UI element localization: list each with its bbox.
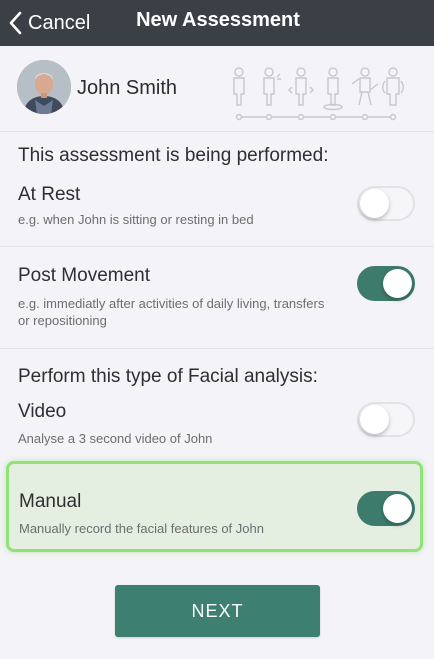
- option-row-manual-highlighted: Manual Manually record the facial featur…: [6, 461, 423, 552]
- option-row-video: Video Analyse a 3 second video of John: [0, 390, 434, 458]
- option-label: Manual: [19, 491, 82, 512]
- toggle-knob: [383, 269, 412, 298]
- at-rest-toggle[interactable]: [357, 186, 415, 221]
- post-movement-toggle[interactable]: [357, 266, 415, 301]
- next-button[interactable]: NEXT: [115, 585, 320, 637]
- option-description: Analyse a 3 second video of John: [18, 431, 213, 446]
- divider: [0, 348, 434, 349]
- assessment-progress-figures: [233, 67, 404, 121]
- video-toggle[interactable]: [357, 402, 415, 437]
- body-figure-icon: [323, 67, 343, 111]
- manual-toggle[interactable]: [357, 491, 415, 526]
- option-row-post-movement: Post Movement e.g. immediatly after acti…: [0, 247, 434, 347]
- option-label: Video: [18, 401, 67, 422]
- body-figure-icon: [233, 67, 245, 106]
- toggle-knob: [383, 494, 412, 523]
- option-label: At Rest: [18, 184, 81, 205]
- option-description-line-2: or repositioning: [18, 313, 107, 328]
- chevron-left-icon: [9, 11, 22, 35]
- cancel-button[interactable]: Cancel: [8, 8, 90, 38]
- body-figure-icon: [288, 67, 314, 106]
- body-figure-icon: [351, 67, 379, 106]
- patient-header: John Smith: [0, 47, 434, 131]
- body-figure-icon: [382, 67, 404, 106]
- analysis-section-title: Perform this type of Facial analysis:: [18, 366, 318, 387]
- option-description: e.g. when John is sitting or resting in …: [18, 212, 254, 227]
- option-label: Post Movement: [18, 265, 150, 286]
- nav-bar: Cancel New Assessment: [0, 0, 434, 46]
- cancel-label: Cancel: [28, 11, 91, 34]
- patient-name: John Smith: [77, 77, 178, 99]
- avatar: [17, 60, 71, 114]
- toggle-knob: [360, 405, 389, 434]
- toggle-knob: [360, 189, 389, 218]
- option-description-line-1: e.g. immediatly after activities of dail…: [18, 296, 325, 311]
- divider: [0, 131, 434, 132]
- conditions-section-title: This assessment is being performed:: [18, 145, 329, 166]
- body-figure-icon: [263, 67, 281, 106]
- option-row-at-rest: At Rest e.g. when John is sitting or res…: [0, 170, 434, 246]
- option-description: Manually record the facial features of J…: [19, 521, 264, 536]
